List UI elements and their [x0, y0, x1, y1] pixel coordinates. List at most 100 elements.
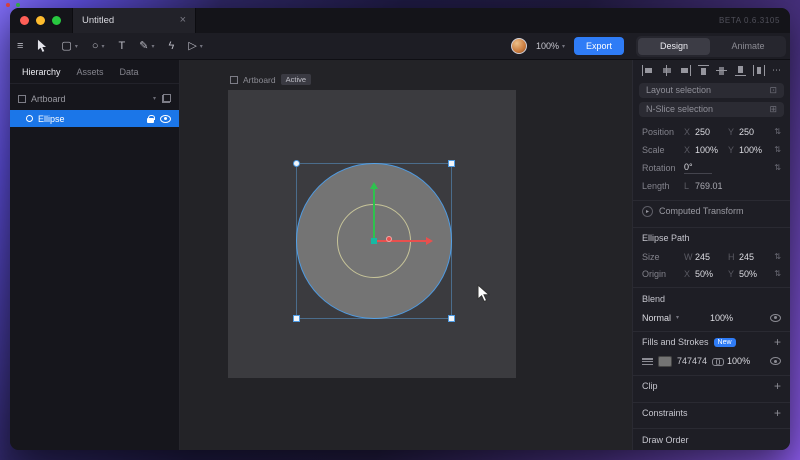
- close-window-button[interactable]: [20, 16, 29, 25]
- nslice-selection-button[interactable]: N-Slice selection ⊞: [639, 101, 784, 117]
- align-bottom-icon[interactable]: [734, 65, 747, 76]
- minimize-window-button[interactable]: [36, 16, 45, 25]
- add-fill-button[interactable]: +: [774, 336, 781, 348]
- stroke-style-icon[interactable]: [642, 357, 653, 365]
- position-y-field[interactable]: 250: [739, 127, 772, 137]
- document-tab[interactable]: Untitled ×: [72, 8, 196, 33]
- fill-opacity-field[interactable]: 100%: [727, 356, 750, 366]
- stepper-icon[interactable]: ⇅: [774, 163, 781, 172]
- computed-transform-toggle[interactable]: ▸ Computed Transform: [633, 201, 790, 222]
- align-center-horizontal-icon[interactable]: [661, 64, 673, 76]
- stepper-icon[interactable]: ⇅: [774, 127, 781, 136]
- ellipse-icon: [26, 115, 33, 122]
- menu-button[interactable]: ≡: [10, 33, 30, 59]
- zoom-value: 100%: [535, 41, 559, 51]
- more-options-icon[interactable]: ⋯: [772, 65, 781, 76]
- scale-y-field[interactable]: 100%: [739, 145, 772, 155]
- rotation-field[interactable]: 0°: [684, 162, 712, 174]
- canvas[interactable]: Artboard Active: [180, 60, 632, 450]
- chevron-down-icon[interactable]: ▾: [676, 314, 679, 321]
- left-panel-tabs: Hierarchy Assets Data: [10, 60, 179, 84]
- align-center-vertical-icon[interactable]: [716, 65, 728, 76]
- expand-icon: ⊡: [769, 84, 777, 95]
- chevron-down-icon[interactable]: ▾: [200, 43, 203, 50]
- link-icon[interactable]: [712, 358, 725, 367]
- artboard-header[interactable]: Artboard Active: [230, 74, 312, 85]
- visibility-eye-icon[interactable]: [160, 114, 171, 123]
- origin-x-field[interactable]: 50%: [695, 269, 728, 279]
- zoom-window-button[interactable]: [52, 16, 61, 25]
- constraints-label: Constraints: [642, 407, 688, 418]
- align-top-icon[interactable]: [697, 64, 710, 76]
- color-swatch[interactable]: [658, 355, 672, 367]
- export-button[interactable]: Export: [573, 37, 624, 55]
- blend-mode-dropdown[interactable]: Normal: [642, 313, 671, 323]
- align-right-icon[interactable]: [679, 64, 692, 76]
- tab-hierarchy[interactable]: Hierarchy: [22, 67, 61, 77]
- origin-label: Origin: [642, 268, 667, 279]
- fill-hex-field[interactable]: 747474: [677, 356, 707, 366]
- size-w-field[interactable]: 245: [695, 252, 728, 262]
- origin-y-field[interactable]: 50%: [739, 269, 772, 279]
- scale-x-field[interactable]: 100%: [695, 145, 728, 155]
- zoom-control[interactable]: 100% ▾: [536, 41, 565, 51]
- resize-handle-bottom-left[interactable]: [293, 315, 300, 322]
- gizmo-origin-handle[interactable]: [371, 238, 377, 244]
- tab-data[interactable]: Data: [120, 67, 139, 77]
- pen-tool-button[interactable]: ✎ ▾: [132, 33, 161, 59]
- blend-visibility-toggle[interactable]: [770, 313, 781, 322]
- user-avatar[interactable]: [510, 38, 527, 54]
- layers-icon[interactable]: [162, 94, 171, 103]
- play-tool-button[interactable]: ▷ ▾: [181, 33, 209, 59]
- size-h-field[interactable]: 245: [739, 252, 772, 262]
- computed-transform-label: Computed Transform: [659, 206, 744, 217]
- tree-item-ellipse[interactable]: Ellipse: [10, 110, 179, 127]
- layout-selection-button[interactable]: Layout selection ⊡: [639, 82, 784, 98]
- fills-strokes-header: Fills and Strokes New +: [633, 332, 790, 353]
- tab-animate[interactable]: Animate: [712, 38, 784, 55]
- stepper-icon[interactable]: ⇅: [774, 252, 781, 261]
- artboard-name: Artboard: [243, 74, 276, 85]
- artboard-tool-button[interactable]: ▢ ▾: [54, 33, 84, 59]
- select-tool-button[interactable]: [30, 33, 54, 59]
- ellipse-icon: ○: [91, 39, 99, 52]
- add-constraint-button[interactable]: +: [774, 407, 781, 419]
- gizmo-x-axis-arrow[interactable]: [374, 237, 433, 245]
- tree-item-artboard[interactable]: Artboard ▾: [10, 90, 179, 107]
- text-tool-button[interactable]: T: [112, 33, 133, 59]
- desktop-background: R Untitled × BETA 0.6.3105 ≡ ▢▾ ○▾ T ✎▾ …: [0, 0, 800, 460]
- resize-handle-top-left[interactable]: [293, 160, 300, 167]
- resize-handle-top-right[interactable]: [448, 160, 455, 167]
- transform-properties: Position X 250 Y 250 ⇅ Scale X 100% Y 10…: [633, 119, 790, 195]
- lock-icon[interactable]: [147, 114, 155, 123]
- chevron-down-icon[interactable]: ▾: [153, 95, 156, 102]
- resize-handle-bottom-right[interactable]: [448, 315, 455, 322]
- position-label: Position: [642, 126, 675, 137]
- stepper-icon[interactable]: ⇅: [774, 269, 781, 278]
- blend-label: Blend: [642, 293, 666, 304]
- gizmo-y-axis-arrow[interactable]: [370, 182, 378, 241]
- x-key: X: [684, 126, 691, 137]
- pen-icon: ✎: [139, 39, 149, 52]
- titlebar: R Untitled × BETA 0.6.3105: [10, 8, 790, 33]
- y-key: Y: [728, 144, 735, 155]
- tab-design[interactable]: Design: [638, 37, 710, 55]
- add-clip-button[interactable]: +: [774, 380, 781, 392]
- chevron-down-icon[interactable]: ▾: [102, 43, 105, 50]
- toolbar: ≡ ▢ ▾ ○ ▾ T ✎ ▾ ϟ ▷ ▾ 100% ▾ Export Design A…: [10, 33, 790, 60]
- shape-tool-button[interactable]: ○ ▾: [85, 33, 112, 59]
- close-tab-icon[interactable]: ×: [180, 15, 186, 26]
- chevron-down-icon[interactable]: ▾: [151, 43, 154, 50]
- tab-assets[interactable]: Assets: [77, 67, 104, 77]
- gizmo-rotation-handle[interactable]: [386, 236, 392, 242]
- chevron-down-icon[interactable]: ▾: [75, 43, 78, 50]
- desktop-dot: [16, 3, 20, 7]
- artboard-surface[interactable]: [228, 90, 516, 378]
- stepper-icon[interactable]: ⇅: [774, 145, 781, 154]
- align-left-icon[interactable]: [642, 64, 654, 76]
- blend-opacity-field[interactable]: 100%: [710, 313, 733, 323]
- fill-visibility-toggle[interactable]: [770, 357, 781, 366]
- distribute-icon[interactable]: [753, 64, 766, 76]
- position-x-field[interactable]: 250: [695, 127, 728, 137]
- bones-tool-button[interactable]: ϟ: [161, 33, 181, 59]
